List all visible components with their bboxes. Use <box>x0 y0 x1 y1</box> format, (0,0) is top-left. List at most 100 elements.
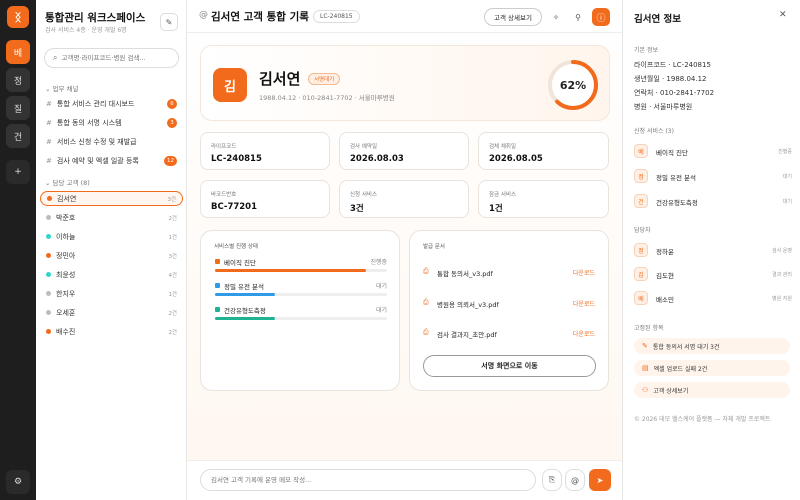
user-icon: ⚇ <box>642 386 649 394</box>
services-heading: 신청 서비스 (3) <box>634 128 674 135</box>
staff-row[interactable]: 김 김도현 결과 관리 <box>634 265 792 285</box>
basic-info-heading: 기본 정보 <box>634 47 658 54</box>
service-progress-panel: 서비스별 진행 상태 베이직 진단 진행중 정밀 유전 분석 대기 건강유형도측정 대기 <box>200 230 400 391</box>
unread-badge: 3 <box>167 118 177 128</box>
customer-item[interactable]: 박준호 2건 <box>40 210 183 225</box>
status-dot <box>46 310 51 315</box>
alert-icon[interactable]: ⓘ <box>592 8 610 26</box>
record-count: 1건 <box>168 234 177 241</box>
send-button[interactable]: ➤ <box>589 469 611 491</box>
at-icon: @ <box>199 10 208 20</box>
status-dot <box>47 196 52 201</box>
progress-label: 62% <box>559 78 587 92</box>
status-dot <box>46 272 51 277</box>
workspace-title: 통합관리 워크스페이스 <box>45 12 146 24</box>
customer-name: 한지우 <box>56 289 76 298</box>
rail-item-precision[interactable]: 정 <box>6 68 30 92</box>
customer-item[interactable]: 오세훈 2건 <box>40 305 183 320</box>
status-dot <box>46 234 51 239</box>
service-color-marker <box>215 283 220 288</box>
record-count: 4건 <box>168 272 177 279</box>
add-workspace-button[interactable]: + <box>6 160 30 184</box>
customer-item[interactable]: 최윤성 4건 <box>40 267 183 282</box>
avatar: 정 <box>634 243 648 257</box>
rail-item-disease[interactable]: 질 <box>6 96 30 120</box>
service-row[interactable]: 정 정밀 유전 분석 대기 <box>634 167 792 187</box>
service-row[interactable]: 건 건강유형도측정 대기 <box>634 192 792 212</box>
rail-item-health[interactable]: 건 <box>6 124 30 148</box>
pdf-file-icon: ⎙ <box>423 328 429 336</box>
customer-item[interactable]: 김서연 3건 <box>40 191 183 206</box>
customer-name: 이하늘 <box>56 232 76 241</box>
download-link[interactable]: 다운로드 <box>573 299 595 308</box>
staff-row[interactable]: 배 배소민 병원 지원 <box>634 289 792 309</box>
channel-item[interactable]: # 통합 동의 서명 시스템 3 <box>40 115 183 131</box>
issued-docs-panel: 발급 문서 ⎙ 통합 동의서_v3.pdf 다운로드 ⎙ 병원용 의뢰서_v3.pdf… <box>409 230 609 391</box>
customer-name: 김서연 <box>259 70 301 88</box>
pinned-item[interactable]: ⚇ 고객 상세보기 <box>634 382 790 398</box>
status-dot <box>46 215 51 220</box>
channel-item[interactable]: # 통합 서비스 관리 대시보드 6 <box>40 96 183 112</box>
channel-item[interactable]: # 검사 예약 및 엑셀 일괄 등록 12 <box>40 153 183 169</box>
mention-icon[interactable]: @ <box>565 469 585 491</box>
pinned-item[interactable]: ▤ 엑셀 업로드 실패 2건 <box>634 360 790 376</box>
avatar: 베 <box>634 144 648 158</box>
channel-item[interactable]: # 서비스 신청 수정 및 재발급 <box>40 134 183 150</box>
doc-row: ⎙ 검사 결과지_초안.pdf 다운로드 <box>423 328 595 339</box>
staff-row[interactable]: 정 정하윤 검사 운영 <box>634 241 792 261</box>
avatar: 김 <box>213 68 247 102</box>
customer-item[interactable]: 정민아 3건 <box>40 248 183 263</box>
info-card-barcode: 바코드번호 BC-77201 <box>200 180 330 218</box>
customer-name: 박준호 <box>56 213 76 222</box>
pinned-item[interactable]: ✎ 통합 동의서 서명 대기 3건 <box>634 338 790 354</box>
basic-info-line: 병원 · 서울마루병원 <box>634 103 693 111</box>
channels-heading[interactable]: ⌄ 업무 채널 <box>45 83 79 93</box>
edit-icon[interactable]: ✎ <box>160 13 178 31</box>
customer-name: 정민아 <box>56 251 76 260</box>
close-icon[interactable]: ✕ <box>779 10 787 20</box>
avatar: 배 <box>634 291 648 305</box>
attach-icon[interactable]: ⎘ <box>542 469 562 491</box>
workspace-subtitle: 검사 서비스 4종 · 운영 개발 6명 <box>45 27 127 34</box>
download-link[interactable]: 다운로드 <box>573 329 595 338</box>
lifecode-chip: LC-240815 <box>313 10 360 23</box>
record-count: 1건 <box>168 291 177 298</box>
customer-hero-card: 김 김서연 서명대기 1988.04.12 · 010-2841-7702 · … <box>200 45 610 121</box>
memo-composer: ⎘ @ ➤ <box>187 460 622 500</box>
search-icon: ⌕ <box>53 53 58 62</box>
avatar: 김 <box>634 267 648 281</box>
status-dot <box>46 329 51 334</box>
info-card-exam-date: 검사 예약일 2026.08.03 <box>339 132 469 170</box>
spreadsheet-icon: ▤ <box>642 364 649 372</box>
customer-detail-button[interactable]: 고객 상세보기 <box>484 8 542 26</box>
avatar: 건 <box>634 194 648 208</box>
search-people-icon[interactable]: ⚲ <box>570 9 586 25</box>
pdf-file-icon: ⎙ <box>423 298 429 306</box>
info-card-sample-date: 검체 채취일 2026.08.05 <box>478 132 609 170</box>
record-count: 3건 <box>167 196 176 203</box>
progress-track <box>215 269 387 272</box>
rail-item-basic[interactable]: 베 <box>6 40 30 64</box>
search-input[interactable] <box>61 54 172 62</box>
service-color-marker <box>215 259 220 264</box>
record-count: 2건 <box>168 215 177 222</box>
footer-text: © 2026 데모 헬스케어 플랫폼 — 자체 개발 프로젝트 <box>634 416 771 423</box>
app-logo-icon[interactable]: ᛝ <box>7 6 29 28</box>
download-link[interactable]: 다운로드 <box>573 268 595 277</box>
sidebar: 통합관리 워크스페이스 검사 서비스 4종 · 운영 개발 6명 ✎ ⌕ ⌄ 업… <box>36 0 187 500</box>
unread-badge: 12 <box>164 156 177 166</box>
pen-icon: ✎ <box>642 342 648 350</box>
basic-info-line: 라이프코드 · LC-240815 <box>634 61 711 69</box>
go-to-sign-button[interactable]: 서명 화면으로 이동 <box>423 355 596 377</box>
doc-row: ⎙ 병원용 의뢰서_v3.pdf 다운로드 <box>423 298 595 309</box>
customer-item[interactable]: 배수진 2건 <box>40 324 183 339</box>
customer-item[interactable]: 한지우 1건 <box>40 286 183 301</box>
memo-input[interactable] <box>200 469 536 491</box>
settings-icon[interactable]: ⚙ <box>6 470 30 494</box>
pin-icon[interactable]: ✧ <box>548 9 564 25</box>
staff-heading: 담당자 <box>634 227 651 234</box>
panel-title: 김서연 정보 <box>634 14 682 25</box>
customer-item[interactable]: 이하늘 1건 <box>40 229 183 244</box>
service-row[interactable]: 베 베이직 진단 진행중 <box>634 142 792 162</box>
customers-heading[interactable]: ⌄ 담당 고객 (8) <box>45 177 90 187</box>
